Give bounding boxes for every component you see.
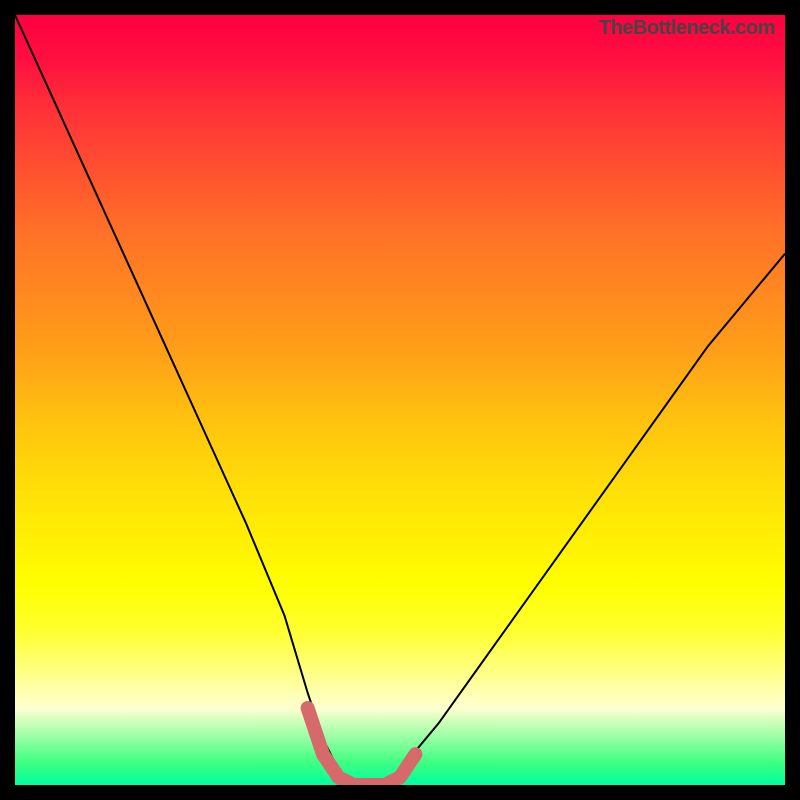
bottleneck-curve bbox=[15, 15, 785, 785]
watermark-text: TheBottleneck.com bbox=[599, 17, 775, 40]
plot-svg bbox=[15, 15, 785, 785]
optimal-range-highlight bbox=[308, 708, 416, 785]
chart-area: TheBottleneck.com bbox=[15, 15, 785, 785]
